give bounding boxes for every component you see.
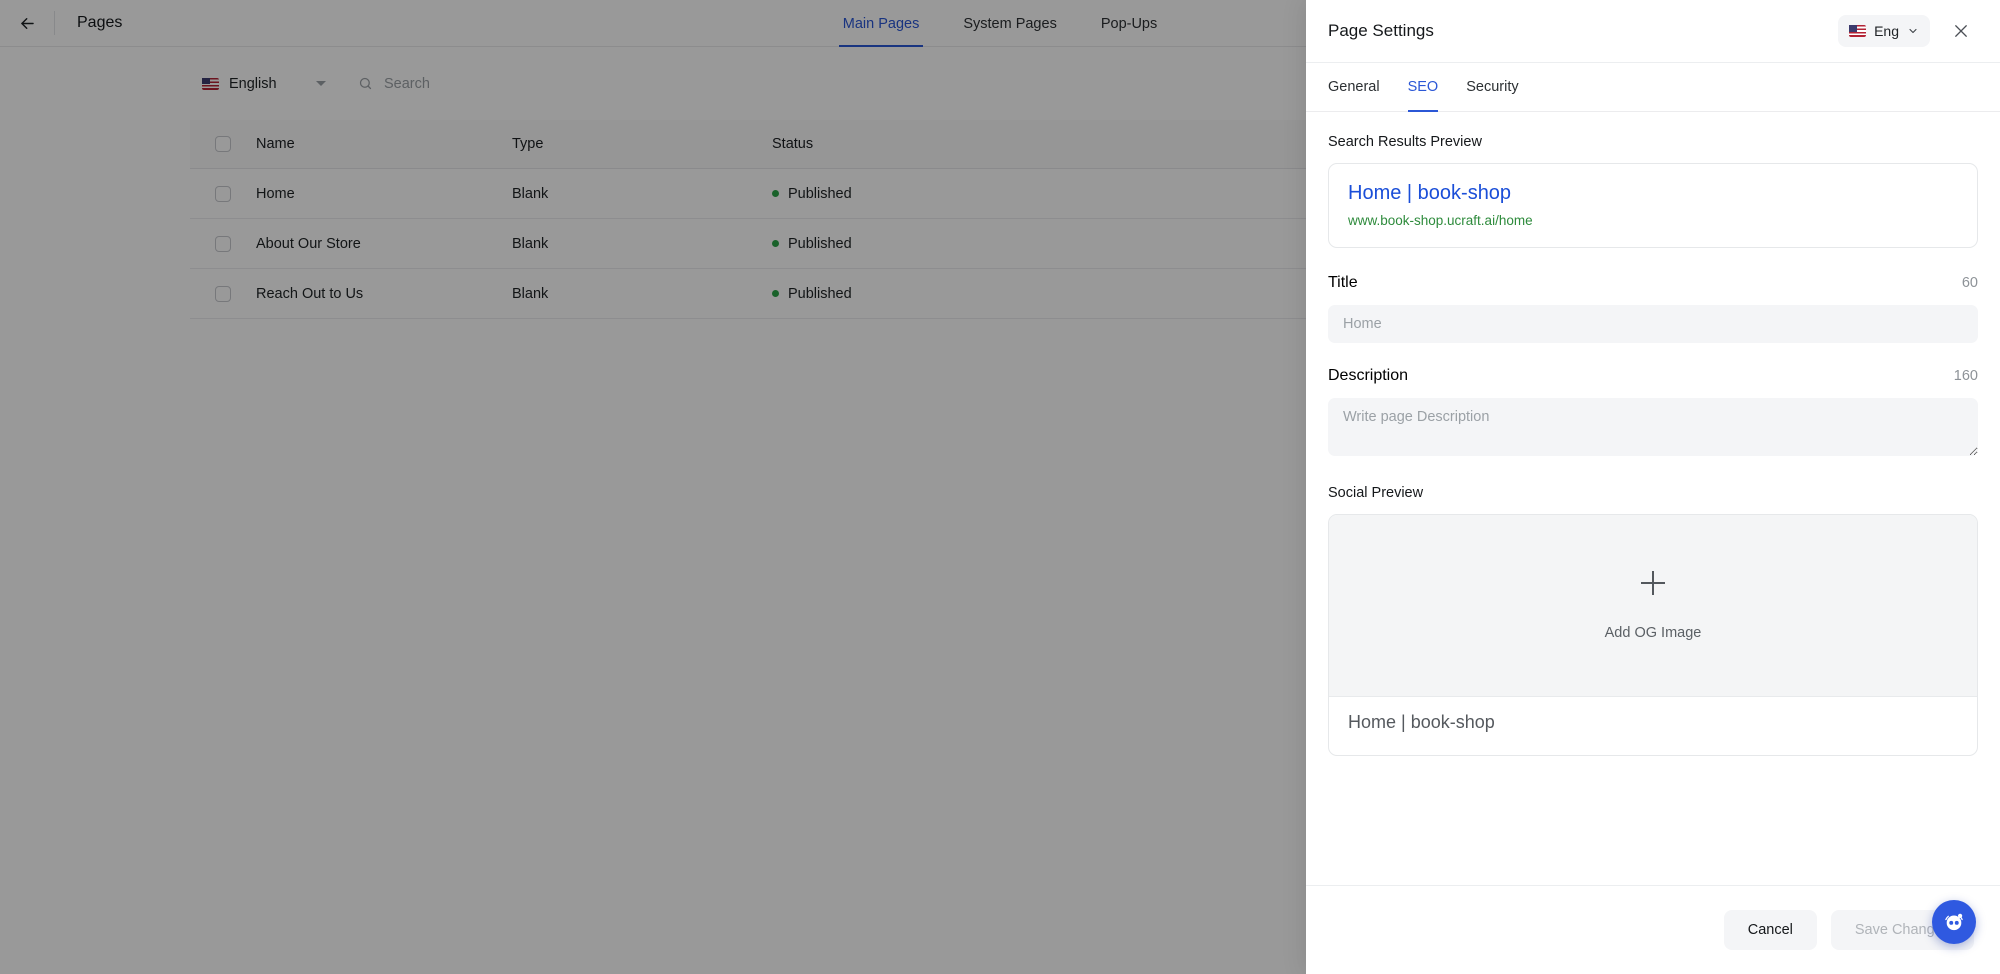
panel-language-select[interactable]: Eng: [1838, 15, 1930, 47]
search-results-preview-card: Home | book-shop www.book-shop.ucraft.ai…: [1328, 163, 1978, 248]
tab-general[interactable]: General: [1328, 63, 1394, 111]
close-button[interactable]: [1944, 14, 1978, 48]
social-preview-label: Social Preview: [1328, 485, 1424, 501]
title-char-counter: 60: [1961, 275, 1978, 291]
social-preview-footer: Home | book-shop: [1329, 697, 1977, 755]
search-preview-label: Search Results Preview: [1328, 134, 1482, 150]
panel-language-value: Eng: [1874, 23, 1899, 39]
close-icon: [1955, 25, 1967, 37]
description-textarea[interactable]: [1328, 398, 1978, 456]
title-label: Title: [1328, 274, 1358, 291]
tab-security-label: Security: [1466, 79, 1519, 95]
us-flag-icon: [1849, 25, 1867, 37]
panel-footer: Cancel Save Changes: [1306, 885, 2000, 974]
tab-security[interactable]: Security: [1452, 63, 1532, 111]
title-field-block: Title 60: [1328, 274, 1978, 343]
title-input[interactable]: [1328, 305, 1978, 343]
add-og-image-dropzone[interactable]: Add OG Image: [1329, 515, 1977, 697]
title-label-row: Title 60: [1328, 274, 1978, 292]
description-label-row: Description 160: [1328, 367, 1978, 385]
tab-seo-label: SEO: [1407, 79, 1439, 95]
description-field-block: Description 160: [1328, 367, 1978, 461]
serp-url: www.book-shop.ucraft.ai/home: [1348, 213, 1533, 228]
description-char-counter: 160: [1953, 368, 1978, 384]
add-og-image-label: Add OG Image: [1604, 624, 1702, 641]
chat-bot-icon: [1945, 913, 1963, 931]
cancel-button[interactable]: Cancel: [1723, 910, 1817, 950]
panel-tabs: General SEO Security: [1306, 63, 2000, 112]
tab-general-label: General: [1328, 79, 1380, 95]
panel-title: Page Settings: [1328, 21, 1434, 40]
page-settings-panel: Page Settings Eng General SEO Security S…: [1306, 0, 2000, 974]
social-preview-title: Home | book-shop: [1348, 712, 1495, 732]
panel-header: Page Settings Eng: [1306, 0, 2000, 63]
description-label: Description: [1328, 367, 1409, 384]
chat-bot-button[interactable]: [1932, 900, 1976, 944]
chevron-down-icon: [1909, 28, 1917, 34]
plus-icon: [1641, 570, 1665, 595]
tab-seo[interactable]: SEO: [1394, 63, 1453, 112]
panel-content-scroll[interactable]: Search Results Preview Home | book-shop …: [1306, 112, 2000, 885]
social-preview-card: Add OG Image Home | book-shop: [1328, 514, 1978, 756]
serp-title: Home | book-shop: [1348, 182, 1512, 204]
